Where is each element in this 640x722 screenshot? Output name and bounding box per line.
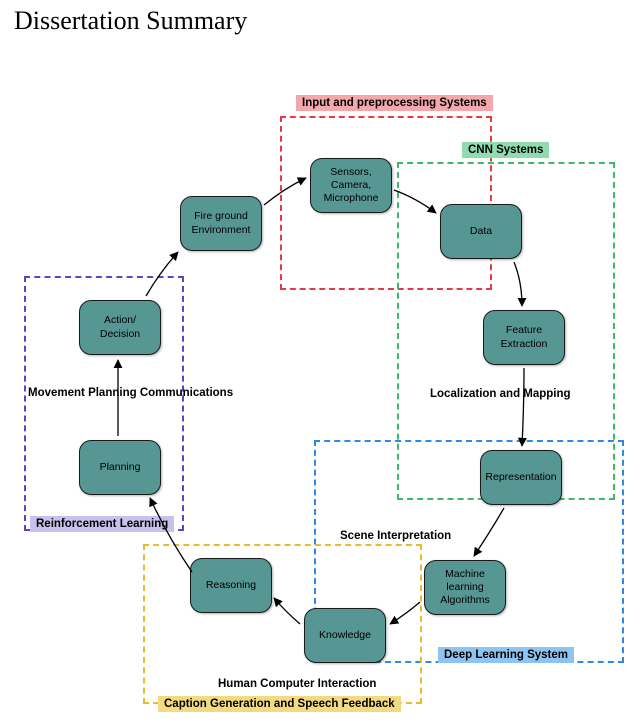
label-locmap: Localization and Mapping bbox=[430, 388, 571, 400]
label-deep: Deep Learning System bbox=[438, 647, 574, 663]
node-env: Fire ground Environment bbox=[180, 196, 262, 251]
label-input: Input and preprocessing Systems bbox=[296, 95, 493, 111]
node-ml: Machine learning Algorithms bbox=[424, 560, 506, 615]
node-sensors: Sensors, Camera, Microphone bbox=[310, 158, 392, 213]
node-knowledge: Knowledge bbox=[304, 608, 386, 663]
page-title: Dissertation Summary bbox=[14, 6, 247, 36]
node-reasoning: Reasoning bbox=[190, 558, 272, 613]
label-caption: Caption Generation and Speech Feedback bbox=[158, 696, 401, 712]
node-repr: Representation bbox=[480, 450, 562, 505]
node-featext: Feature Extraction bbox=[483, 310, 565, 365]
node-planning: Planning bbox=[79, 440, 161, 495]
label-rl: Reinforcement Learning bbox=[30, 516, 174, 532]
label-cnn: CNN Systems bbox=[462, 142, 549, 158]
label-hci: Human Computer Interaction bbox=[218, 678, 376, 690]
node-data: Data bbox=[440, 204, 522, 259]
node-action: Action/ Decision bbox=[79, 300, 161, 355]
label-move: Movement Planning Communications bbox=[28, 386, 233, 401]
label-scene: Scene Interpretation bbox=[340, 530, 451, 542]
